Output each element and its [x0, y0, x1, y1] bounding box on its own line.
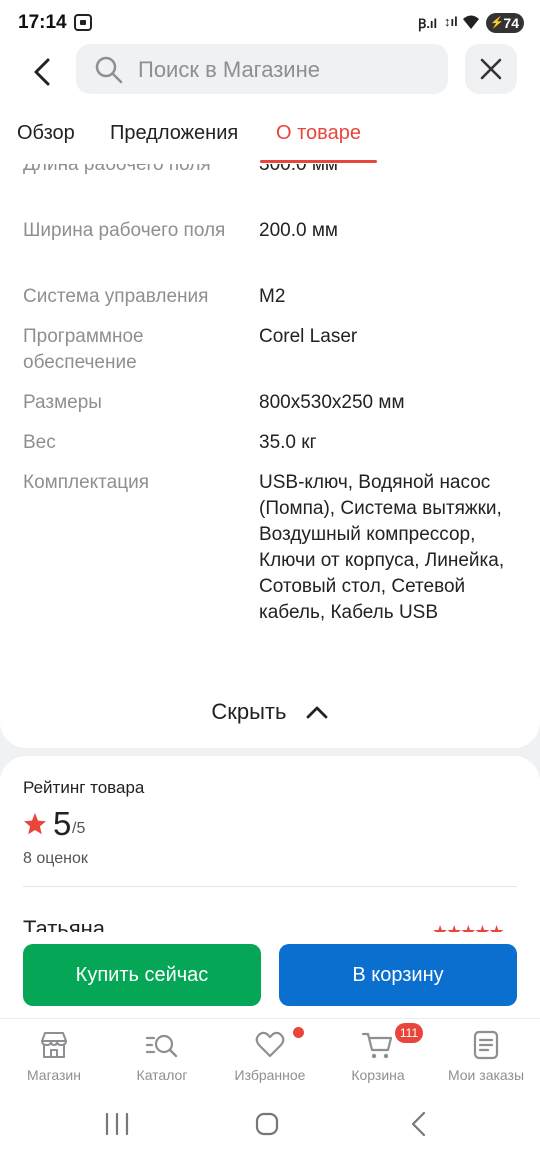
spec-value: M2 [259, 286, 286, 307]
nav-favorites[interactable]: Избранное [216, 1029, 324, 1083]
rating-count: 8 оценок [23, 850, 88, 867]
spec-key: Ширина рабочего поля [23, 220, 226, 241]
battery-indicator: 74 [486, 13, 524, 33]
nav-store-label: Магазин [26, 1067, 81, 1083]
system-back-icon[interactable] [406, 1110, 430, 1138]
tab-about-product[interactable]: О товаре [276, 122, 361, 145]
spec-value: 35.0 кг [259, 432, 317, 453]
hide-specs-button[interactable]: Скрыть [0, 698, 540, 725]
tab-bar: Обзор Предложения О товаре [0, 102, 540, 164]
rating-out-of: /5 [72, 820, 86, 837]
spec-value: 200.0 мм [259, 220, 338, 241]
bottom-nav: Магазин Каталог Избранное Корзина 111 Мо… [0, 1018, 540, 1094]
active-tab-indicator [260, 160, 377, 163]
signal-icon-2: ↕ıl [444, 14, 458, 29]
spec-value: Corel Laser [259, 326, 358, 347]
cart-badge: 111 [395, 1023, 423, 1043]
rating-title: Рейтинг товара [23, 778, 145, 797]
star-icon [24, 813, 46, 835]
notification-dot [293, 1027, 304, 1038]
nav-orders[interactable]: Мои заказы [432, 1029, 540, 1083]
nav-catalog-label: Каталог [136, 1067, 188, 1083]
nav-favorites-label: Избранное [234, 1067, 306, 1083]
screenshot-icon [74, 14, 92, 31]
spec-value: 300.0 мм [259, 164, 338, 175]
search-input[interactable]: Поиск в Магазине [76, 44, 448, 94]
status-time: 17:14 [18, 12, 67, 33]
nav-store[interactable]: Магазин [0, 1029, 108, 1083]
spec-key: Размеры [23, 392, 102, 413]
spec-value: 800x530x250 мм [259, 392, 405, 413]
wifi-icon [463, 15, 479, 29]
top-bar: Поиск в Магазине [0, 44, 540, 102]
search-icon [95, 56, 123, 84]
spec-key: Длина рабочего поля [23, 164, 211, 175]
spec-value: USB-ключ, Водяной насос (Помпа), Система… [259, 472, 505, 623]
heart-icon [255, 1031, 285, 1058]
close-button[interactable] [465, 44, 517, 94]
recent-apps-icon[interactable] [104, 1112, 130, 1136]
rating-score: 5 [53, 805, 72, 842]
spec-key: Комплектация [23, 472, 150, 493]
add-to-cart-button[interactable]: В корзину [279, 944, 517, 1006]
nav-orders-label: Мои заказы [447, 1067, 525, 1083]
tab-overview[interactable]: Обзор [17, 122, 75, 145]
cart-icon [361, 1032, 393, 1059]
search-placeholder: Поиск в Магазине [138, 57, 320, 82]
buy-now-button[interactable]: Купить сейчас [23, 944, 261, 1006]
spec-key: Система управления [23, 286, 209, 307]
store-icon [41, 1032, 67, 1058]
specs-panel: Длина рабочего поля 300.0 мм Ширина рабо… [0, 164, 540, 748]
catalog-search-icon [145, 1034, 178, 1058]
back-button[interactable] [22, 50, 62, 94]
tab-offers[interactable]: Предложения [110, 122, 238, 145]
system-nav-bar [0, 1094, 540, 1158]
nav-cart-label: Корзина [351, 1067, 405, 1083]
status-bar: 17:14 Ꞵ.ıl ↕ıl 74 [0, 0, 540, 44]
action-bar: Купить сейчас В корзину [0, 932, 540, 1018]
orders-icon [473, 1030, 499, 1060]
chevron-left-icon [34, 58, 50, 86]
hide-label: Скрыть [211, 699, 287, 725]
signal-icon: Ꞵ.ıl [418, 16, 438, 31]
spec-key: Вес [23, 432, 56, 453]
chevron-up-icon [306, 706, 328, 719]
home-icon[interactable] [254, 1111, 280, 1137]
divider [23, 886, 517, 887]
nav-catalog[interactable]: Каталог [108, 1029, 216, 1083]
spec-key: Программное обеспечение [23, 326, 144, 373]
close-icon [480, 58, 502, 80]
